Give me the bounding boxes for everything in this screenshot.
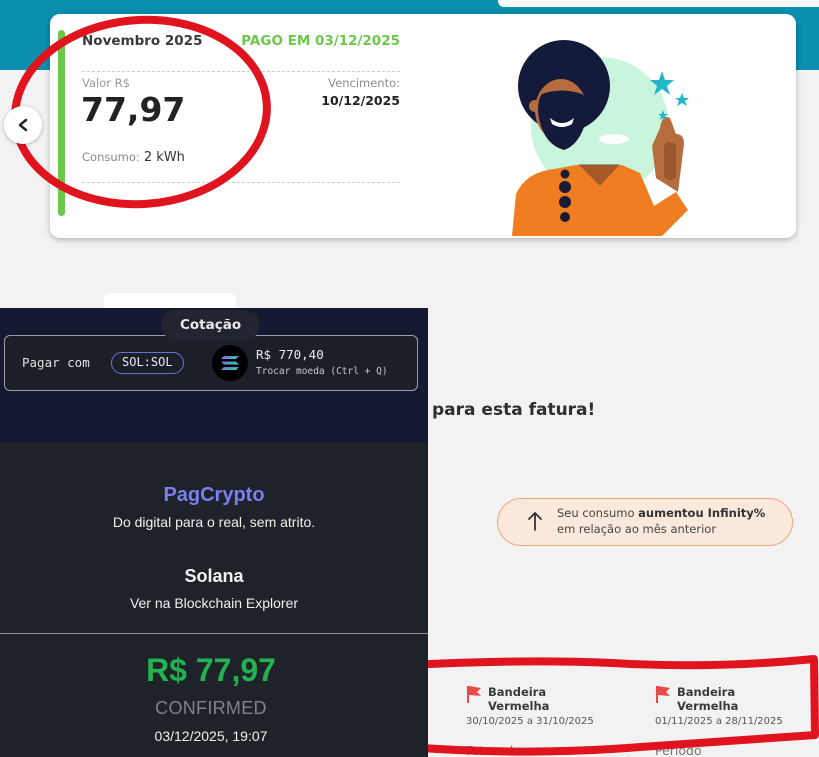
blockchain-name: Solana — [184, 566, 244, 586]
solana-logo-icon — [212, 345, 248, 381]
due-date: 10/12/2025 — [321, 93, 400, 108]
chevron-left-icon — [18, 118, 28, 132]
paid-amount: R$ 77,97 — [146, 652, 276, 688]
back-button[interactable] — [4, 106, 42, 144]
consumption-change-value: aumentou Infinity% — [638, 506, 766, 520]
header-strip — [498, 0, 819, 7]
swap-coin-hint: Trocar moeda (Ctrl + Q) — [256, 366, 388, 377]
consumption-change-suffix: em relação ao mês anterior — [557, 522, 717, 536]
red-annotation-box — [404, 655, 819, 756]
payment-status: CONFIRMED — [155, 698, 267, 718]
character-illustration — [512, 40, 689, 236]
blockchain-explorer-link[interactable]: Ver na Blockchain Explorer — [0, 595, 428, 611]
consumption-change-text: Seu consumo aumentou Infinity% em relaçã… — [557, 505, 765, 537]
brand-tagline: Do digital para o real, sem atrito. — [112, 514, 316, 530]
divider — [0, 633, 428, 634]
pagcrypto-brand: PagCrypto — [163, 484, 265, 506]
quote-tab[interactable]: Cotação — [161, 310, 261, 340]
pay-with-selector[interactable]: Pagar com SOL:SOL R$ 770,40 Trocar moeda… — [4, 335, 418, 391]
coin-price: R$ 770,40 — [256, 347, 324, 362]
consumption-change-prefix: Seu consumo — [557, 506, 639, 520]
payment-timestamp: 03/12/2025, 19:07 — [154, 728, 268, 744]
solana-logo-graphic — [221, 356, 239, 370]
invoice-section-text: para esta fatura! — [432, 400, 596, 420]
arrow-up-icon — [528, 512, 542, 531]
red-annotation-ellipse — [11, 15, 271, 209]
due-label: Vencimento: — [328, 76, 400, 90]
coin-selector[interactable]: SOL:SOL — [111, 352, 184, 374]
crypto-payment-panel: Pagar com SOL:SOL R$ 770,40 Trocar moeda… — [0, 308, 428, 757]
pay-with-label: Pagar com — [22, 355, 90, 370]
consumption-change-badge: Seu consumo aumentou Infinity% em relaçã… — [497, 498, 793, 546]
